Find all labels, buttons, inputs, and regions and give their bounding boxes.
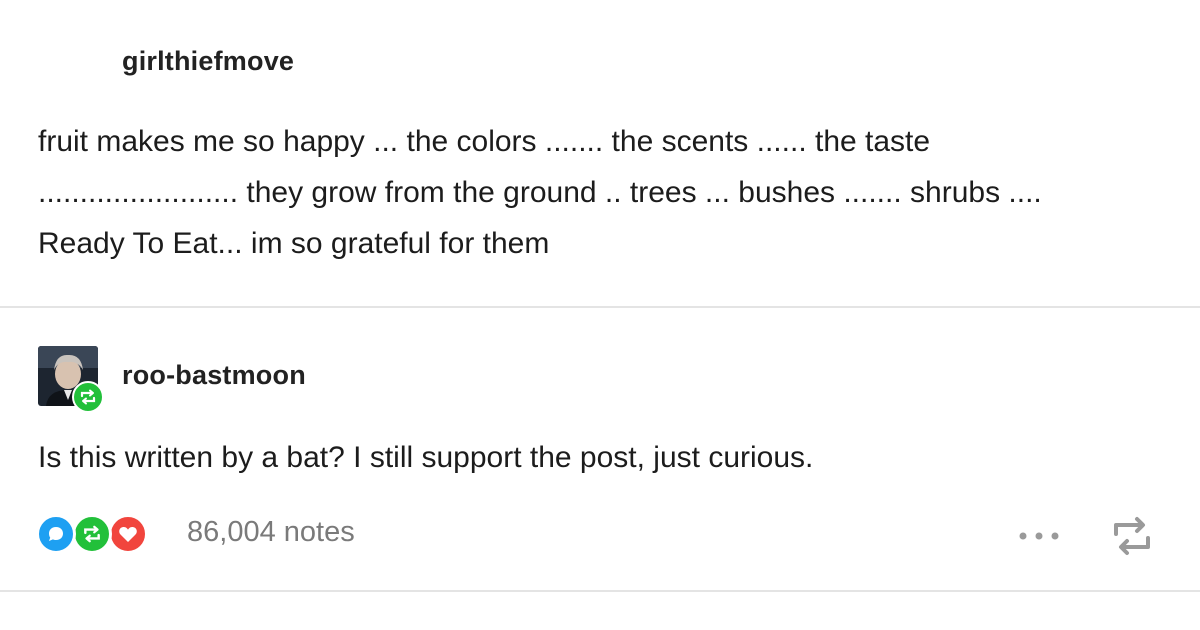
reblog-icon xyxy=(1114,517,1150,555)
avatar[interactable] xyxy=(38,346,104,413)
heart-icon xyxy=(108,514,148,554)
notes-icons[interactable] xyxy=(36,514,176,554)
reblog-badge-icon xyxy=(72,381,104,413)
original-poster-username[interactable]: girlthiefmove xyxy=(122,46,294,77)
footer-divider xyxy=(0,590,1200,592)
post-body-line: fruit makes me so happy ... the colors .… xyxy=(38,125,931,158)
reblog-icon xyxy=(72,514,112,554)
post-body-line: Ready To Eat... im so grateful for them xyxy=(38,227,550,260)
post-divider xyxy=(0,306,1200,308)
post-card: girlthiefmove fruit makes me so happy ..… xyxy=(0,0,1200,630)
notes-count[interactable]: 86,004 notes xyxy=(187,516,355,549)
reblog-button[interactable] xyxy=(1108,514,1156,558)
reblogger-username[interactable]: roo-bastmoon xyxy=(122,360,306,391)
post-body-line: ........................ they grow from … xyxy=(38,176,1042,209)
reblog-body: Is this written by a bat? I still suppor… xyxy=(38,441,814,474)
reply-icon xyxy=(36,514,76,554)
original-post-body: fruit makes me so happy ... the colors .… xyxy=(38,116,1188,269)
more-icon[interactable] xyxy=(1012,522,1066,550)
